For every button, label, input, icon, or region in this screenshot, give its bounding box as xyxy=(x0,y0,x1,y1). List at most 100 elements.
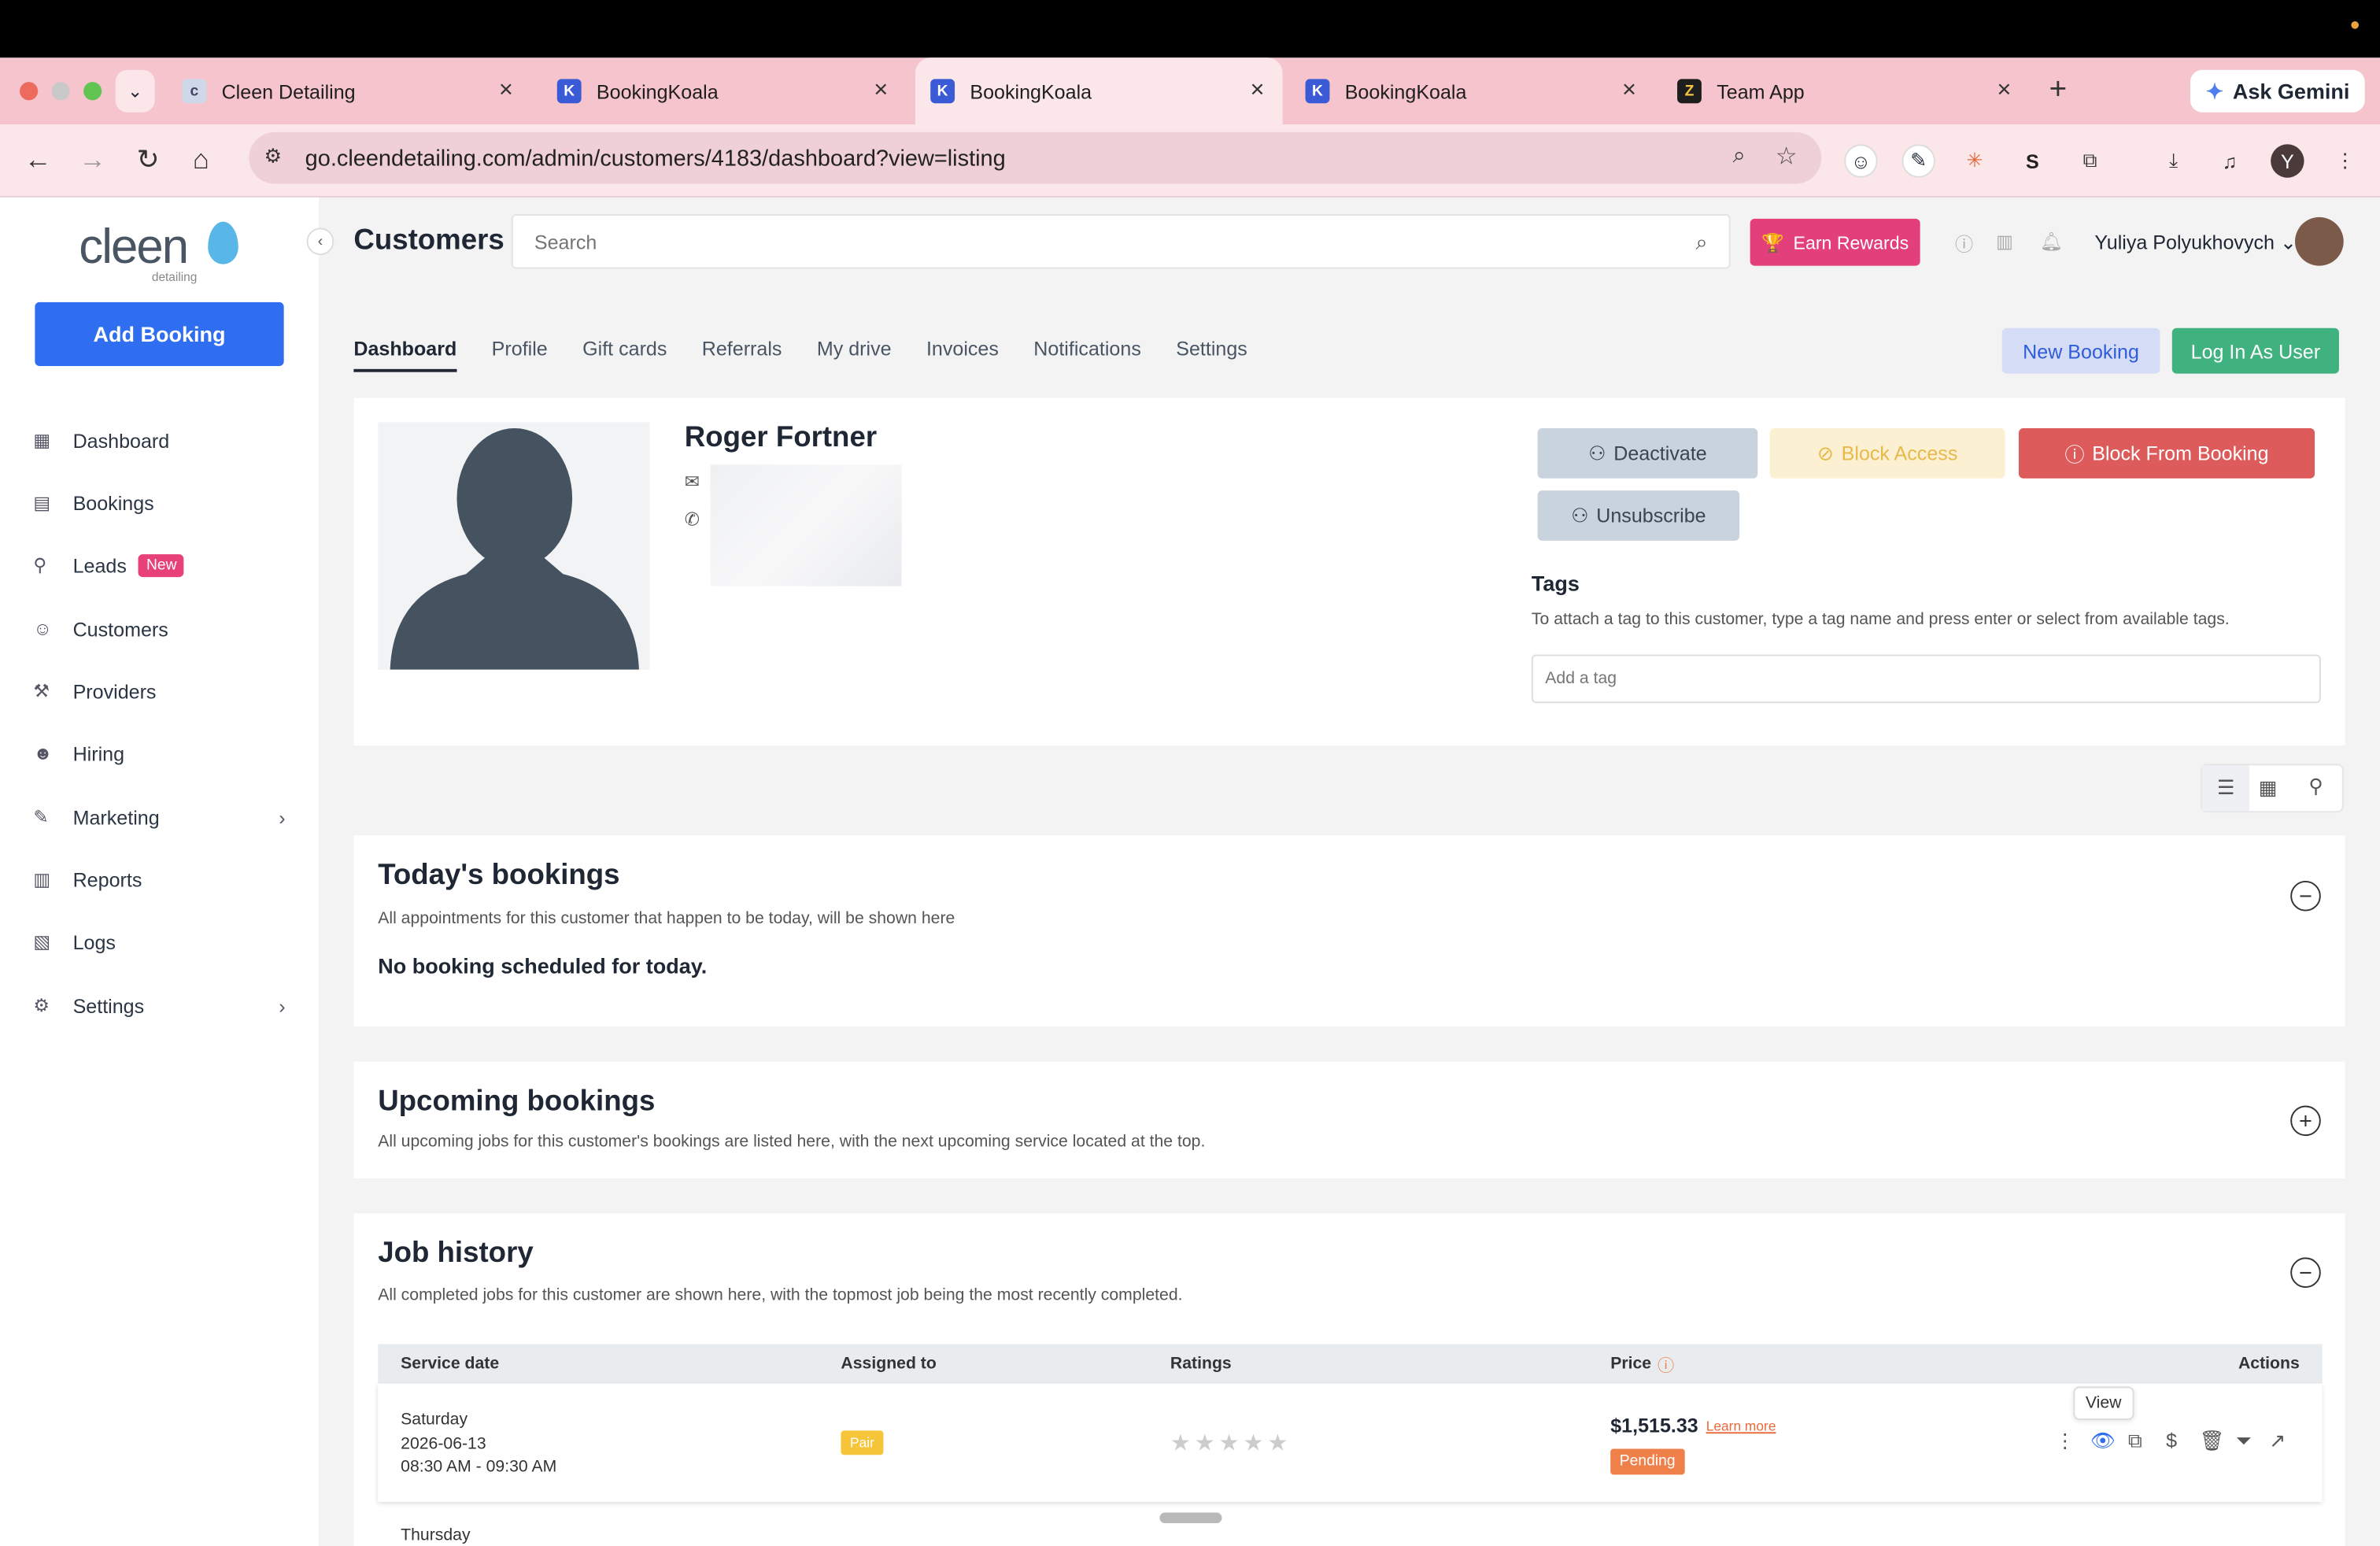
upcoming-bookings-title: Upcoming bookings xyxy=(378,1086,656,1118)
close-tab-icon[interactable]: × xyxy=(1622,77,1636,105)
horizontal-scrollbar[interactable] xyxy=(1159,1512,1222,1524)
sidebar-item-settings[interactable]: ⚙ Settings › xyxy=(33,982,291,1028)
tab-team-app[interactable]: Z Team App × xyxy=(1665,57,2030,124)
extension-3-icon[interactable]: ✳ xyxy=(1958,144,1991,177)
ask-gemini-button[interactable]: ✦ Ask Gemini xyxy=(2190,69,2365,113)
tab-settings[interactable]: Settings xyxy=(1176,337,1247,372)
block-access-button[interactable]: ⊘ Block Access xyxy=(1769,428,2005,479)
store-icon[interactable]: ▥ xyxy=(1996,231,2013,252)
extensions-puzzle-icon[interactable]: ⧉ xyxy=(2073,144,2106,177)
collapse-sidebar-button[interactable]: ‹ xyxy=(306,227,334,256)
collapse-section-icon[interactable]: − xyxy=(2290,1257,2321,1289)
sidebar-item-dashboard[interactable]: ▦ Dashboard xyxy=(33,418,291,464)
site-info-icon[interactable]: ⚙ xyxy=(264,144,282,168)
collapse-section-icon[interactable]: − xyxy=(2290,880,2321,912)
tab-search-chevron-icon[interactable]: ⌄ xyxy=(115,69,155,113)
back-icon[interactable]: ← xyxy=(24,144,52,176)
minimize-window-button[interactable] xyxy=(51,82,70,101)
browser-menu-icon[interactable]: ⋮ xyxy=(2328,144,2361,177)
tab-invoices[interactable]: Invoices xyxy=(926,337,999,372)
search-field[interactable]: ⌕ xyxy=(511,214,1731,269)
sidebar-item-bookings[interactable]: ▤ Bookings xyxy=(33,480,291,526)
table-row[interactable]: Saturday 2026-06-13 08:30 AM - 09:30 AM … xyxy=(378,1383,2323,1503)
forward-icon[interactable]: → xyxy=(79,144,106,176)
bookingkoala-favicon: K xyxy=(930,79,955,104)
url-text[interactable]: go.cleendetailing.com/admin/customers/41… xyxy=(305,146,1006,172)
expand-section-icon[interactable]: + xyxy=(2290,1105,2321,1137)
sidebar-item-marketing[interactable]: ✎ Marketing › xyxy=(33,794,291,840)
map-view-icon[interactable]: ⚲ xyxy=(2308,775,2323,799)
dollar-icon[interactable]: $ xyxy=(2166,1429,2177,1452)
assigned-badge[interactable]: Pair xyxy=(841,1430,884,1455)
add-tag-input[interactable] xyxy=(1531,654,2321,704)
close-tab-icon[interactable]: × xyxy=(499,77,513,105)
tab-referrals[interactable]: Referrals xyxy=(702,337,782,372)
sidebar-item-reports[interactable]: ▥ Reports xyxy=(33,856,291,902)
omnibox[interactable]: ⚙ go.cleendetailing.com/admin/customers/… xyxy=(249,131,1822,184)
sidebar-item-customers[interactable]: ☺ Customers xyxy=(33,606,291,652)
new-badge: New xyxy=(139,553,185,577)
service-date: 2026-06-13 xyxy=(401,1435,486,1454)
learn-more-link[interactable]: Learn more xyxy=(1706,1418,1776,1433)
filter-icon[interactable]: ⏷ xyxy=(2236,1429,2252,1453)
brand-logo[interactable]: cleen detailing xyxy=(79,219,197,284)
block-from-booking-button[interactable]: ⓘ Block From Booking xyxy=(2018,428,2315,479)
zoom-window-button[interactable] xyxy=(83,82,102,101)
price-info-icon[interactable]: ⓘ xyxy=(1658,1353,1674,1378)
info-icon[interactable]: ⓘ xyxy=(1955,231,1973,257)
extension-1-icon[interactable]: ☺ xyxy=(1844,144,1878,178)
trash-icon[interactable]: 🗑︎ xyxy=(2199,1429,2224,1453)
tab-my-drive[interactable]: My drive xyxy=(817,337,892,372)
new-booking-button[interactable]: New Booking xyxy=(2001,327,2160,374)
external-link-icon[interactable]: ↗ xyxy=(2269,1429,2286,1453)
column-ratings: Ratings xyxy=(1170,1354,1232,1374)
search-input[interactable] xyxy=(512,215,1729,268)
download-icon[interactable]: ⤓ xyxy=(2156,144,2190,177)
tab-cleen-detailing[interactable]: c Cleen Detailing × xyxy=(167,57,531,124)
zoom-icon[interactable]: ⌕ xyxy=(1733,142,1746,168)
unsubscribe-button[interactable]: ⚇ Unsubscribe xyxy=(1537,490,1740,541)
sidebar-item-providers[interactable]: ⚒ Providers xyxy=(33,668,291,714)
sidebar-item-logs[interactable]: ▧ Logs xyxy=(33,919,291,964)
tab-title: Cleen Detailing xyxy=(221,80,356,103)
view-eye-icon[interactable]: 👁︎ xyxy=(2090,1429,2116,1453)
list-view-icon[interactable]: ☰ xyxy=(2202,765,2250,812)
close-tab-icon[interactable]: × xyxy=(874,77,888,105)
user-menu[interactable]: Yuliya Polyukhovych ⌄ xyxy=(2094,231,2297,255)
bell-icon[interactable]: 🔔︎ xyxy=(2040,231,2063,252)
deactivate-label: Deactivate xyxy=(1613,442,1707,465)
close-tab-icon[interactable]: × xyxy=(1997,77,2011,105)
extension-2-icon[interactable]: ✎ xyxy=(1901,144,1935,178)
star-icon: ★ xyxy=(1170,1430,1191,1457)
profile-avatar-icon[interactable]: Y xyxy=(2271,144,2304,178)
tab-dashboard[interactable]: Dashboard xyxy=(353,337,457,372)
tab-notifications[interactable]: Notifications xyxy=(1033,337,1141,372)
tab-bookingkoala-1[interactable]: K BookingKoala × xyxy=(541,57,906,124)
tab-bookingkoala-active[interactable]: K BookingKoala × xyxy=(915,57,1283,125)
close-tab-icon[interactable]: × xyxy=(1250,77,1264,105)
block-access-label: Block Access xyxy=(1841,442,1958,465)
search-icon[interactable]: ⌕ xyxy=(1696,229,1708,255)
sidebar-item-hiring[interactable]: ☻ Hiring xyxy=(33,730,291,776)
tab-bookingkoala-3[interactable]: K BookingKoala × xyxy=(1290,57,1654,124)
calendar-view-icon[interactable]: ▦ xyxy=(2259,776,2278,801)
close-window-button[interactable] xyxy=(20,82,39,101)
sidebar-item-label: Bookings xyxy=(72,491,154,515)
sidebar-item-leads[interactable]: ⚲ Leads New xyxy=(33,542,291,588)
more-options-icon[interactable]: ⋮ xyxy=(2055,1429,2075,1453)
earn-rewards-button[interactable]: 🏆 Earn Rewards xyxy=(1750,218,1920,266)
add-booking-button[interactable]: Add Booking xyxy=(35,301,284,366)
column-service-date: Service date xyxy=(401,1354,500,1374)
bookmark-star-icon[interactable]: ☆ xyxy=(1776,141,1798,172)
deactivate-button[interactable]: ⚇ Deactivate xyxy=(1537,428,1758,479)
tab-gift-cards[interactable]: Gift cards xyxy=(582,337,667,372)
home-icon[interactable]: ⌂ xyxy=(193,144,209,176)
user-avatar[interactable] xyxy=(2294,216,2344,266)
copy-icon[interactable]: ⧉ xyxy=(2128,1429,2142,1453)
new-tab-button[interactable]: + xyxy=(2049,73,2068,108)
extension-4-icon[interactable]: S xyxy=(2016,144,2049,177)
log-in-as-user-button[interactable]: Log In As User xyxy=(2171,327,2339,374)
media-control-icon[interactable]: ♫ xyxy=(2213,144,2246,177)
reload-icon[interactable]: ↻ xyxy=(137,144,160,176)
tab-profile[interactable]: Profile xyxy=(492,337,548,372)
